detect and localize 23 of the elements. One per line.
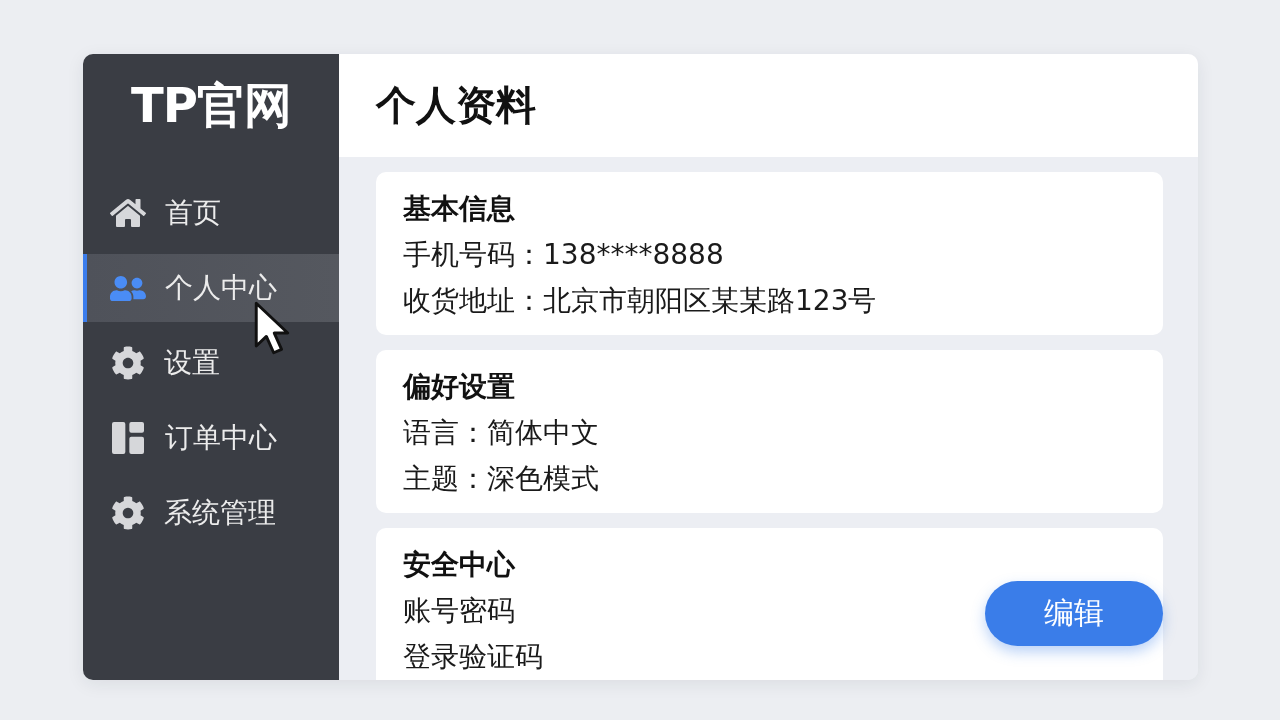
sidebar-item[interactable]: 系统管理 [83, 479, 339, 547]
sidebar-item[interactable]: 首页 [83, 179, 339, 247]
section-title: 偏好设置 [403, 369, 515, 405]
info-text: 账号密码 [403, 593, 515, 629]
info-text: 语言：简体中文 [403, 415, 599, 451]
sidebar-item[interactable]: 设置 [83, 329, 339, 397]
info-text: 登录验证码 [403, 639, 543, 675]
edit-button[interactable]: 编辑 [985, 581, 1163, 646]
info-text: 收货地址：北京市朝阳区某某路123号 [403, 283, 877, 319]
sidebar-item[interactable]: 订单中心 [83, 404, 339, 472]
layout-icon [112, 422, 144, 454]
gear-icon [111, 346, 145, 380]
section-title: 基本信息 [403, 191, 515, 227]
info-text: 主题：深色模式 [403, 461, 599, 497]
sidebar-item[interactable]: 个人中心 [83, 254, 339, 322]
mouse-pointer-icon [254, 301, 290, 355]
home-icon [110, 197, 146, 229]
gear-icon [111, 496, 145, 530]
users-icon [110, 273, 146, 303]
info-text: 手机号码：138****8888 [403, 237, 724, 273]
section-title: 安全中心 [403, 547, 515, 583]
site-logo: TP官网 [130, 75, 292, 135]
page-title: 个人资料 [376, 81, 536, 130]
